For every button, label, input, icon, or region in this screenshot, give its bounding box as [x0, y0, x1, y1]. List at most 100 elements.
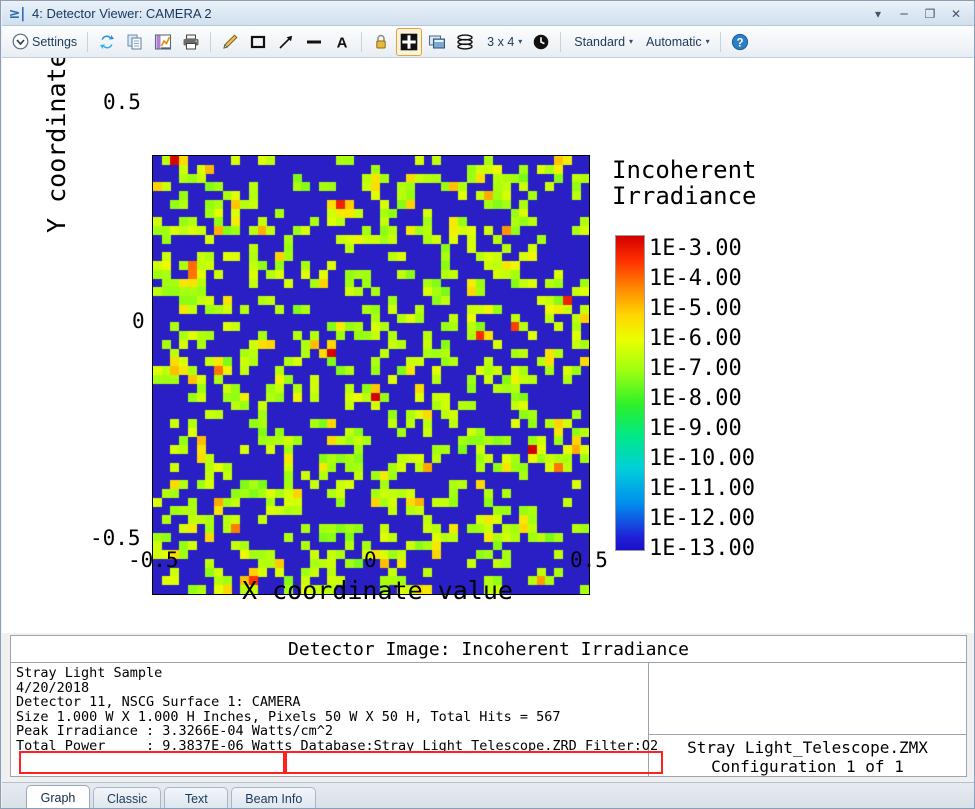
chevron-down-icon: ▾ [705, 37, 710, 46]
detector-image-plot[interactable] [152, 155, 590, 595]
toolbar-separator-3 [361, 31, 363, 52]
toolbar: Settings A 3 x 4 ▾ Standard ▾ Automatic … [2, 26, 974, 58]
info-line-1: 4/20/2018 [16, 679, 90, 696]
window-menu-icon[interactable]: ▾ [865, 3, 891, 25]
copy-icon [126, 33, 144, 51]
configuration-label: Configuration 1 of 1 [711, 757, 904, 776]
chevron-down-circle-icon [12, 33, 29, 50]
y-tick-mid: 0 [132, 309, 145, 333]
file-name-label: Stray Light_Telescope.ZMX [687, 738, 928, 757]
toolbar-separator-5 [719, 31, 721, 52]
y-tick-top: 0.5 [103, 90, 141, 114]
colorbar-title-line1: Incoherent [612, 156, 757, 184]
colorbar-gradient [615, 235, 645, 551]
x-tick-right: 0.5 [570, 548, 608, 572]
line-icon [305, 33, 323, 51]
minimize-icon[interactable]: ─ [891, 3, 917, 25]
help-button[interactable]: ? [727, 28, 753, 56]
y-axis-title: Y coordinate value [42, 58, 71, 233]
colorbar-labels: 1E-3.00 1E-4.00 1E-5.00 1E-6.00 1E-7.00 1E-8.… [649, 234, 755, 564]
colorbar-label-4: 1E-7.00 [649, 356, 742, 381]
close-icon[interactable]: ✕ [943, 3, 969, 25]
info-line-3: Size 1.000 W X 1.000 H Inches, Pixels 50… [16, 708, 561, 725]
colorbar-label-9: 1E-12.00 [649, 506, 755, 531]
arrow-icon [277, 33, 295, 51]
text-a-icon: A [333, 33, 351, 51]
y-tick-bottom: -0.5 [90, 526, 141, 550]
pencil-tool[interactable] [217, 28, 243, 56]
text-tool[interactable]: A [329, 28, 355, 56]
layout-dropdown[interactable]: 3 x 4 ▾ [480, 28, 526, 56]
svg-text:?: ? [736, 37, 743, 49]
style-dropdown[interactable]: Standard ▾ [567, 28, 637, 56]
layers-button[interactable] [452, 28, 478, 56]
chart-area: 0.5 0 -0.5 -0.5 0 0.5 Y coordinate value… [2, 58, 974, 633]
grid-icon [400, 33, 418, 51]
line-tool[interactable] [301, 28, 327, 56]
info-line-4: Peak Irradiance : 3.3266E-04 Watts/cm^2 [16, 723, 333, 740]
detector-viewer-window: ≥| 4: Detector Viewer: CAMERA 2 ▾ ─ ❐ ✕ … [0, 0, 975, 809]
toolbar-separator-4 [560, 31, 562, 52]
chevron-down-icon: ▾ [629, 37, 634, 46]
x-tick-left: -0.5 [128, 548, 179, 572]
colorbar-label-2: 1E-5.00 [649, 296, 742, 321]
svg-text:A: A [337, 34, 348, 51]
grid-button[interactable] [396, 27, 423, 56]
tab-strip: Graph Classic Text Beam Info [2, 782, 974, 808]
info-text-block: Stray Light Sample 4/20/2018 Detector 11, … [11, 663, 659, 777]
save-button[interactable] [150, 28, 176, 56]
lock-button[interactable] [368, 28, 394, 56]
detector-window-icon: ≥| [8, 5, 26, 22]
print-button[interactable] [178, 28, 204, 56]
lock-icon [372, 33, 390, 51]
settings-button[interactable]: Settings [8, 28, 81, 56]
colorbar-label-8: 1E-11.00 [649, 476, 755, 501]
info-line-2: Detector 11, NSCG Surface 1: CAMERA [16, 694, 301, 711]
layers-icon [456, 33, 474, 51]
info-panel-body: Stray Light Sample 4/20/2018 Detector 11, … [11, 663, 966, 777]
info-panel-header: Detector Image: Incoherent Irradiance [11, 636, 966, 663]
toolbar-separator-2 [210, 31, 212, 52]
window-title: 4: Detector Viewer: CAMERA 2 [32, 6, 212, 21]
info-right-inner: Stray Light_Telescope.ZMX Configuration … [649, 734, 966, 776]
info-line-5: Total Power : 9.3837E-06 Watts Database:… [16, 737, 659, 754]
colorbar-label-1: 1E-4.00 [649, 266, 742, 291]
tab-beam-info[interactable]: Beam Info [231, 787, 317, 808]
info-line-0: Stray Light Sample [16, 665, 163, 681]
help-icon: ? [731, 33, 749, 51]
chevron-down-icon: ▾ [518, 37, 523, 46]
tab-graph[interactable]: Graph [26, 785, 90, 808]
colorbar-label-3: 1E-6.00 [649, 326, 742, 351]
layout-label: 3 x 4 [487, 34, 515, 49]
refresh-button[interactable] [94, 28, 120, 56]
colorbar-title: Incoherent Irradiance [612, 156, 757, 210]
colorbar-label-0: 1E-3.00 [649, 236, 742, 261]
clock-button[interactable] [528, 28, 554, 56]
overlay-button[interactable] [424, 28, 450, 56]
save-chart-icon [154, 33, 172, 51]
x-tick-mid: 0 [364, 548, 377, 572]
colorbar-label-5: 1E-8.00 [649, 386, 742, 411]
overlay-windows-icon [428, 33, 446, 51]
maximize-icon[interactable]: ❐ [917, 3, 943, 25]
tab-text[interactable]: Text [164, 787, 229, 808]
scale-dropdown[interactable]: Automatic ▾ [639, 28, 714, 56]
rectangle-tool[interactable] [245, 28, 271, 56]
pencil-icon [221, 33, 239, 51]
rectangle-icon [249, 33, 267, 51]
colorbar-title-line2: Irradiance [612, 181, 757, 210]
clock-icon [532, 33, 550, 51]
scale-label: Automatic [646, 34, 702, 49]
info-right-block: Stray Light_Telescope.ZMX Configuration … [649, 663, 966, 777]
colorbar-label-7: 1E-10.00 [649, 446, 755, 471]
copy-button[interactable] [122, 28, 148, 56]
colorbar-label-6: 1E-9.00 [649, 416, 742, 441]
colorbar-label-10: 1E-13.00 [649, 536, 755, 561]
toolbar-separator-1 [87, 31, 89, 52]
arrow-tool[interactable] [273, 28, 299, 56]
tab-classic[interactable]: Classic [93, 787, 162, 808]
settings-label: Settings [32, 34, 78, 49]
title-bar: ≥| 4: Detector Viewer: CAMERA 2 ▾ ─ ❐ ✕ [2, 2, 974, 26]
print-icon [182, 33, 200, 51]
detector-heatmap-canvas[interactable] [153, 156, 589, 594]
